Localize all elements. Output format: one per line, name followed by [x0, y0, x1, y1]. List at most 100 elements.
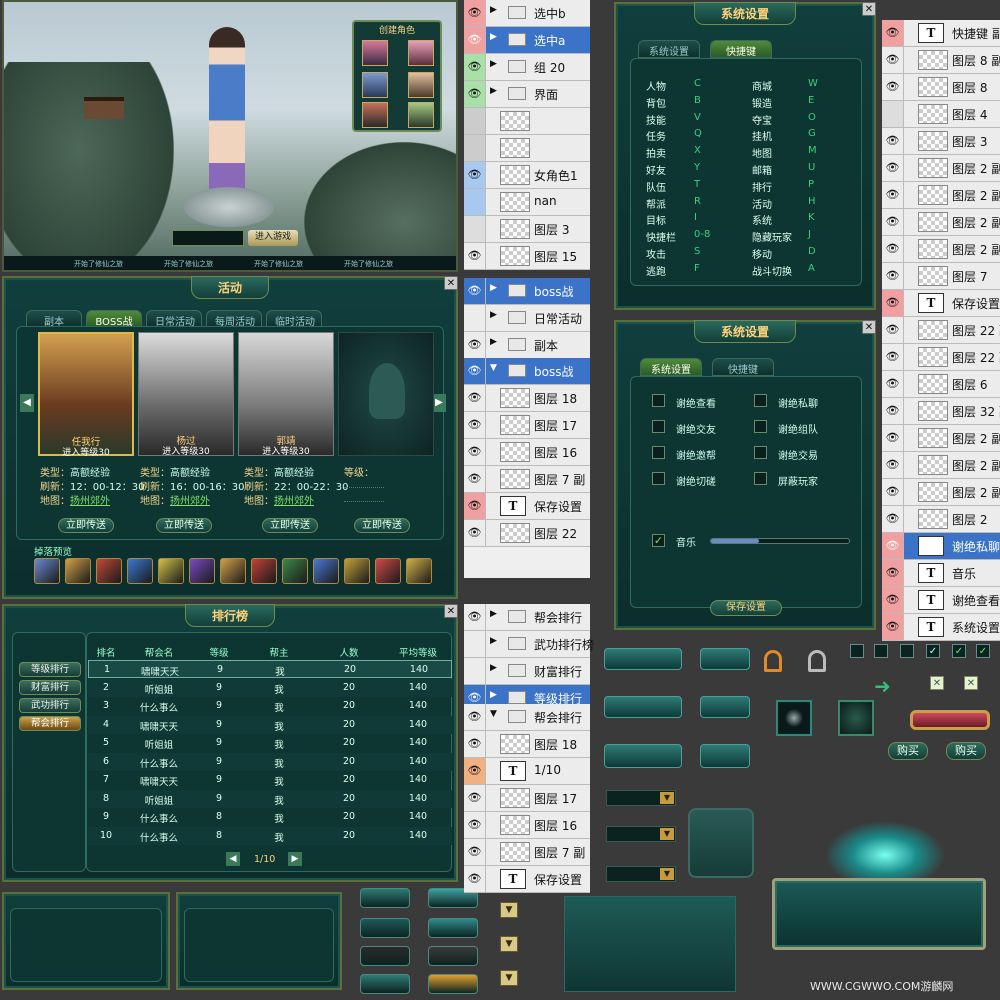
asset-small-button[interactable]: [428, 946, 478, 966]
eye-icon[interactable]: 👁: [464, 243, 486, 269]
portrait-slot[interactable]: [362, 40, 388, 66]
layer-row[interactable]: 👁 图层 22 副: [882, 317, 1000, 344]
eye-icon[interactable]: [464, 658, 486, 684]
layer-row[interactable]: 👁 图层 7: [882, 263, 1000, 290]
eye-icon[interactable]: 👁: [882, 344, 904, 370]
sidebar-item-guild-rank[interactable]: 帮会排行: [19, 716, 81, 731]
chevron-right-icon[interactable]: ▼: [490, 363, 497, 373]
eye-icon[interactable]: 👁: [882, 479, 904, 505]
option-checkbox[interactable]: [652, 420, 665, 433]
table-row[interactable]: 9 什么事么 8 我 20 140: [88, 808, 452, 826]
eye-icon[interactable]: 👁: [464, 332, 486, 358]
hotkey-value[interactable]: D: [808, 246, 816, 257]
eye-icon[interactable]: [882, 101, 904, 127]
hotkey-value[interactable]: Y: [694, 162, 700, 173]
layer-row[interactable]: 👁 T 快捷键 副: [882, 20, 1000, 47]
layer-row[interactable]: 👁 ▶ 帮会排行: [464, 604, 590, 631]
table-row[interactable]: 2 听姐姐 9 我 20 140: [88, 678, 452, 697]
eye-icon[interactable]: 👁: [464, 785, 486, 811]
drop-item-slot[interactable]: [406, 558, 432, 584]
table-row[interactable]: 10 什么事么 8 我 20 140: [88, 826, 452, 845]
layer-row[interactable]: 👁 ▶ boss战: [464, 278, 590, 305]
layer-row[interactable]: 👁 图层 6: [882, 371, 1000, 398]
drop-item-slot[interactable]: [313, 558, 339, 584]
prev-page-button[interactable]: ◀: [226, 852, 240, 866]
eye-icon[interactable]: [464, 108, 486, 134]
teleport-button[interactable]: 立即传送: [156, 518, 212, 533]
eye-icon[interactable]: 👁: [464, 604, 486, 630]
option-checkbox[interactable]: [754, 394, 767, 407]
hotkey-value[interactable]: X: [694, 145, 701, 156]
asset-small-button[interactable]: [360, 946, 410, 966]
checkbox-empty[interactable]: [850, 644, 864, 658]
asset-bar-button[interactable]: [604, 696, 682, 718]
chevron-right-icon[interactable]: ▶: [490, 32, 497, 42]
portrait-slot[interactable]: [408, 72, 434, 98]
drop-item-slot[interactable]: [375, 558, 401, 584]
layer-row[interactable]: 👁 图层 17: [464, 412, 590, 439]
layer-row[interactable]: 👁 图层 22 副: [882, 344, 1000, 371]
eye-icon[interactable]: 👁: [464, 385, 486, 411]
layer-row[interactable]: 👁 图层 2 副本: [882, 155, 1000, 182]
eye-icon[interactable]: 👁: [464, 162, 486, 188]
layer-row[interactable]: 👁 图层 2 副本: [882, 236, 1000, 263]
table-row[interactable]: 5 听姐姐 9 我 20 140: [88, 734, 452, 752]
hotkey-value[interactable]: V: [694, 112, 701, 123]
layer-row[interactable]: 👁 图层 32 副: [882, 398, 1000, 425]
chevron-down-icon[interactable]: ▼: [500, 902, 518, 918]
chevron-right-icon[interactable]: ▶: [490, 609, 497, 619]
drop-item-slot[interactable]: [282, 558, 308, 584]
dropdown-field[interactable]: ▼: [606, 826, 676, 842]
layer-row[interactable]: 👁 T 谢绝查看: [882, 587, 1000, 614]
save-settings-button[interactable]: 保存设置: [710, 600, 782, 616]
eye-icon[interactable]: 👁: [882, 128, 904, 154]
drop-item-slot[interactable]: [158, 558, 184, 584]
chevron-right-icon[interactable]: ▶: [490, 663, 497, 673]
eye-icon[interactable]: 👁: [464, 54, 486, 80]
sidebar-item-martial-rank[interactable]: 武功排行: [19, 698, 81, 713]
dropdown-field[interactable]: ▼: [606, 866, 676, 882]
layer-row[interactable]: 👁 图层 22: [464, 520, 590, 547]
buy-button[interactable]: 购买: [888, 742, 928, 760]
arrow-right-icon[interactable]: ▶: [432, 394, 446, 412]
layer-row[interactable]: ▶ 武功排行榜: [464, 631, 594, 658]
layer-row[interactable]: 👁 图层 8: [882, 74, 1000, 101]
boss-card[interactable]: 杨过 进入等级30: [138, 332, 234, 457]
hotkey-value[interactable]: H: [808, 196, 816, 207]
asset-bar-button[interactable]: [604, 744, 682, 768]
close-icon[interactable]: ✕: [444, 276, 458, 290]
eye-icon[interactable]: 👁: [464, 278, 486, 304]
portrait-slot[interactable]: [362, 102, 388, 128]
chevron-down-icon[interactable]: ▼: [500, 936, 518, 952]
eye-icon[interactable]: [464, 135, 486, 161]
teleport-button[interactable]: 立即传送: [354, 518, 410, 533]
eye-icon[interactable]: 👁: [464, 866, 486, 892]
hotkey-value[interactable]: B: [694, 95, 701, 106]
layer-row[interactable]: 👁 图层 2 副本: [882, 425, 1000, 452]
portrait-slot[interactable]: [408, 102, 434, 128]
eye-icon[interactable]: 👁: [464, 0, 486, 26]
drop-item-slot[interactable]: [189, 558, 215, 584]
layer-row[interactable]: 👁 T 音乐: [882, 560, 1000, 587]
hotkey-value[interactable]: S: [694, 246, 700, 257]
hotkey-value[interactable]: C: [694, 78, 701, 89]
eye-icon[interactable]: [464, 305, 486, 331]
eye-icon[interactable]: 👁: [464, 412, 486, 438]
close-icon[interactable]: ✕: [444, 604, 458, 618]
layer-row[interactable]: 👁 T 保存设置: [464, 866, 590, 893]
layer-row[interactable]: nan: [464, 189, 590, 216]
option-checkbox[interactable]: [652, 446, 665, 459]
hotkey-value[interactable]: F: [694, 263, 700, 274]
option-checkbox[interactable]: [754, 420, 767, 433]
checkbox-empty[interactable]: [900, 644, 914, 658]
chevron-right-icon[interactable]: ▶: [490, 310, 497, 320]
layer-row[interactable]: ▶ 日常活动: [464, 305, 590, 332]
drop-item-slot[interactable]: [34, 558, 60, 584]
table-row[interactable]: 7 啸啸天天 9 我 20 140: [88, 771, 452, 789]
eye-icon[interactable]: 👁: [882, 371, 904, 397]
drop-item-slot[interactable]: [127, 558, 153, 584]
layer-row[interactable]: 👁 ▶ 界面: [464, 81, 590, 108]
layer-row[interactable]: 👁 ▶ 副本: [464, 332, 590, 359]
layer-row[interactable]: 👁 女角色1: [464, 162, 590, 189]
hotkey-value[interactable]: K: [808, 212, 815, 223]
